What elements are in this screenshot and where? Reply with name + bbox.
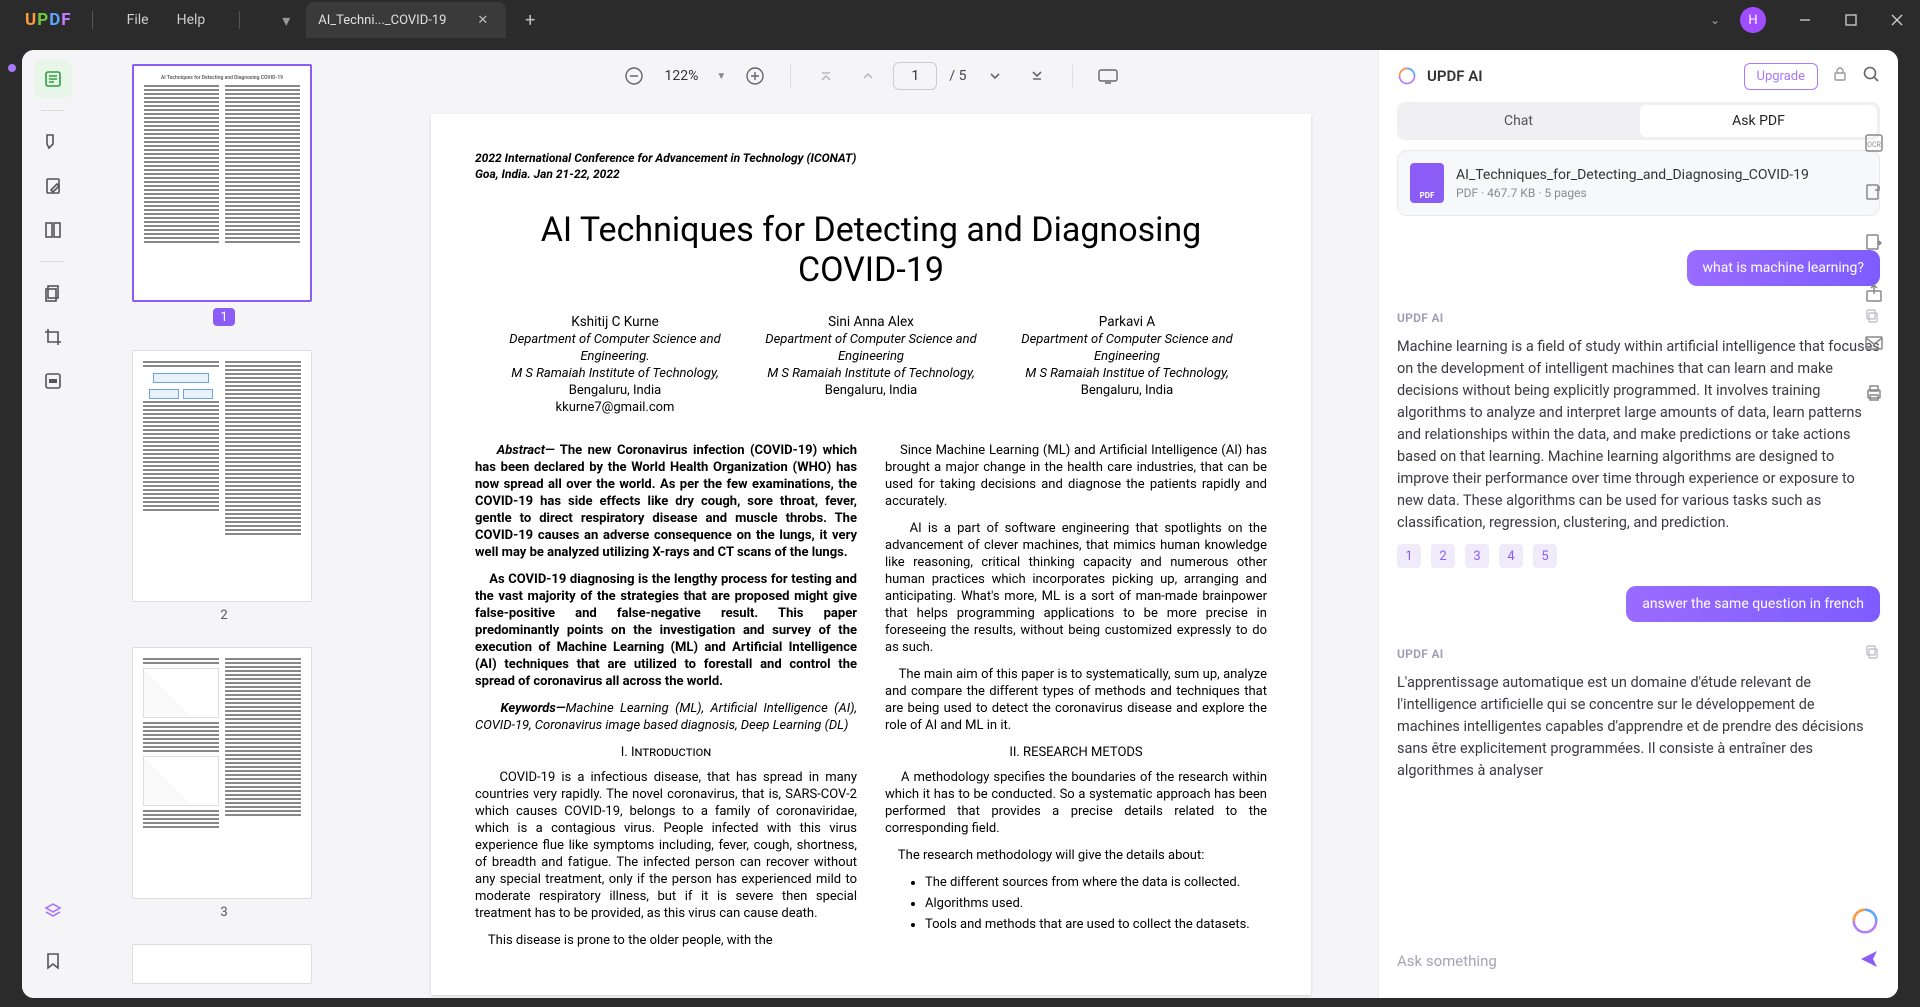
copy-icon[interactable] — [1864, 308, 1880, 328]
ai-header: UPDF AI Upgrade — [1379, 50, 1898, 102]
titlebar: UPDF File Help ▾ AI_Techni..._COVID-19 ✕… — [0, 0, 1920, 40]
ref-chip[interactable]: 2 — [1431, 544, 1455, 568]
copy-icon[interactable] — [1864, 644, 1880, 664]
new-tab-button[interactable]: + — [512, 2, 548, 38]
body-columns: Abstract— The new Coronavirus infection … — [475, 442, 1267, 959]
divider — [41, 261, 65, 262]
prev-page-icon[interactable] — [851, 59, 885, 93]
search-icon[interactable] — [1862, 65, 1880, 87]
organize-tool-icon[interactable] — [34, 274, 72, 312]
ai-label: UPDF AI — [1397, 647, 1444, 661]
tab-dropdown-icon[interactable]: ▾ — [268, 2, 304, 38]
page-total: / 5 — [945, 68, 970, 84]
menu-help[interactable]: Help — [163, 0, 220, 40]
ai-floating-icon[interactable] — [1850, 906, 1880, 936]
ai-label: UPDF AI — [1397, 311, 1444, 325]
left-toolbar — [22, 50, 84, 998]
ai-panel: UPDF AI Upgrade Chat Ask PDF AI_Techniqu… — [1378, 50, 1898, 998]
pdf-page: 2022 International Conference for Advanc… — [431, 114, 1311, 995]
close-tab-icon[interactable]: ✕ — [471, 9, 494, 32]
bookmark-icon[interactable] — [34, 942, 72, 980]
page-scroll[interactable]: 2022 International Conference for Advanc… — [364, 102, 1378, 998]
export-icon[interactable] — [1863, 182, 1889, 208]
ai-message: L'apprentissage automatique est un domai… — [1397, 672, 1880, 782]
file-name: AI_Techniques_for_Detecting_and_Diagnosi… — [1456, 167, 1809, 183]
print-icon[interactable] — [1863, 382, 1889, 408]
chat-input-bar — [1379, 930, 1898, 998]
app-logo: UPDF — [25, 10, 72, 30]
zoom-in-icon[interactable] — [738, 59, 772, 93]
send-icon[interactable] — [1858, 948, 1880, 974]
thumb-page-number: 3 — [132, 905, 316, 920]
separator — [92, 11, 93, 29]
paper-title: AI Techniques for Detecting and Diagnosi… — [515, 210, 1227, 290]
ref-chip[interactable]: 5 — [1533, 544, 1557, 568]
thumb-page-number: 1 — [213, 308, 235, 326]
zoom-level: 122% — [659, 68, 705, 84]
viewer-toolbar: 122% ▼ 1 / 5 — [364, 50, 1378, 102]
updf-ai-logo-icon — [1397, 66, 1417, 86]
window-menu-icon[interactable]: ⌄ — [1710, 13, 1720, 27]
minimize-icon[interactable] — [1782, 0, 1828, 40]
page-thumbnail-4[interactable] — [132, 944, 312, 984]
reference-chips: 1 2 3 4 5 — [1397, 544, 1880, 568]
ai-title: UPDF AI — [1427, 67, 1483, 85]
svg-text:OCR: OCR — [1867, 141, 1881, 149]
page-input[interactable]: 1 — [893, 62, 937, 90]
pages-tool-icon[interactable] — [34, 211, 72, 249]
page-thumbnail-2[interactable] — [132, 350, 312, 602]
chat-input[interactable] — [1397, 944, 1858, 978]
tab-title: AI_Techni..._COVID-19 — [318, 13, 446, 28]
user-message: what is machine learning? — [1687, 250, 1881, 286]
tab-ask-pdf[interactable]: Ask PDF — [1640, 105, 1877, 137]
user-message: answer the same question in french — [1626, 586, 1880, 622]
ai-message: Machine learning is a field of study wit… — [1397, 336, 1880, 534]
document-viewer: 122% ▼ 1 / 5 2022 International Conferen… — [364, 50, 1378, 998]
conference-line: 2022 International Conference for Advanc… — [475, 150, 1267, 182]
edit-tool-icon[interactable] — [34, 167, 72, 205]
reader-tool-icon[interactable] — [34, 60, 72, 98]
pdf-file-icon — [1410, 163, 1444, 203]
thumb-page-number: 2 — [132, 608, 316, 623]
lock-icon[interactable] — [1832, 66, 1848, 86]
file-meta: PDF · 467.7 KB · 5 pages — [1456, 186, 1809, 200]
file-info-card: AI_Techniques_for_Detecting_and_Diagnosi… — [1397, 150, 1880, 216]
notification-dot — [8, 64, 16, 72]
redact-tool-icon[interactable] — [34, 362, 72, 400]
ref-chip[interactable]: 1 — [1397, 544, 1421, 568]
comment-tool-icon[interactable] — [34, 123, 72, 161]
chat-scroll[interactable]: what is machine learning? UPDF AI Machin… — [1379, 232, 1898, 930]
ai-tabs: Chat Ask PDF — [1397, 102, 1880, 140]
ocr-icon[interactable]: OCR — [1863, 132, 1889, 158]
convert-icon[interactable] — [1863, 232, 1889, 258]
workspace: AI Techniques for Detecting and Diagnosi… — [22, 50, 1898, 998]
upgrade-button[interactable]: Upgrade — [1744, 63, 1818, 90]
separator — [1072, 65, 1073, 87]
last-page-icon[interactable] — [1020, 59, 1054, 93]
crop-tool-icon[interactable] — [34, 318, 72, 356]
first-page-icon[interactable] — [809, 59, 843, 93]
share-icon[interactable] — [1863, 282, 1889, 308]
ref-chip[interactable]: 3 — [1465, 544, 1489, 568]
next-page-icon[interactable] — [978, 59, 1012, 93]
separator — [790, 65, 791, 87]
maximize-icon[interactable] — [1828, 0, 1874, 40]
presentation-icon[interactable] — [1091, 59, 1125, 93]
email-icon[interactable] — [1863, 332, 1889, 358]
user-avatar[interactable]: H — [1740, 7, 1766, 33]
authors-block: Kshitij C KurneDepartment of Computer Sc… — [487, 314, 1255, 416]
layers-icon[interactable] — [34, 892, 72, 930]
divider — [41, 110, 65, 111]
page-thumbnail-1[interactable]: AI Techniques for Detecting and Diagnosi… — [132, 64, 312, 302]
zoom-dropdown-icon[interactable]: ▼ — [712, 71, 730, 82]
thumbnail-panel: AI Techniques for Detecting and Diagnosi… — [84, 50, 364, 998]
zoom-out-icon[interactable] — [617, 59, 651, 93]
ref-chip[interactable]: 4 — [1499, 544, 1523, 568]
menu-file[interactable]: File — [113, 0, 163, 40]
tab-chat[interactable]: Chat — [1400, 105, 1637, 137]
page-thumbnail-3[interactable] — [132, 647, 312, 899]
separator — [239, 11, 240, 29]
close-window-icon[interactable] — [1874, 0, 1920, 40]
document-tab[interactable]: AI_Techni..._COVID-19 ✕ — [306, 2, 506, 38]
